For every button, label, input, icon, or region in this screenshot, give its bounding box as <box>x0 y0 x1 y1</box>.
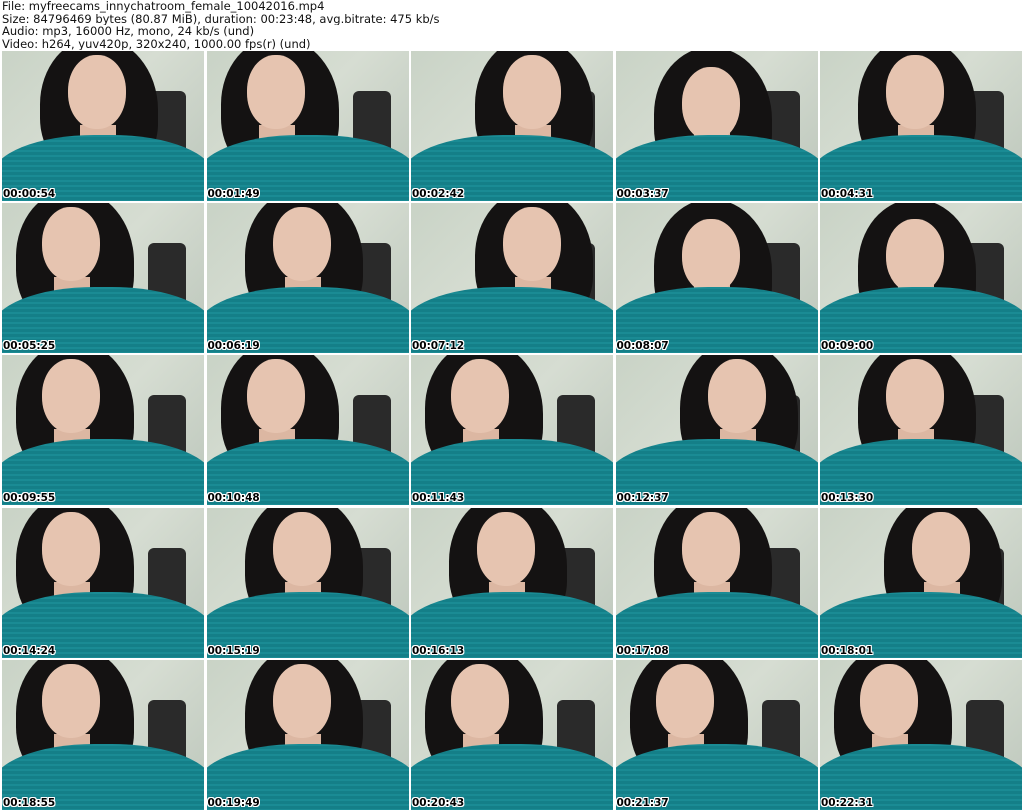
thumbnail-14[interactable]: 00:12:37 <box>615 355 818 506</box>
timestamp: 00:02:42 <box>412 188 465 200</box>
timestamp: 00:07:12 <box>412 340 465 353</box>
thumbnail-2[interactable]: 00:01:49 <box>206 51 409 201</box>
thumbnail-13[interactable]: 00:11:43 <box>411 355 613 506</box>
file-size-line: Size: 84796469 bytes (80.87 MiB), durati… <box>2 12 440 25</box>
file-info-header: File: myfreecams_innychatroom_female_100… <box>2 0 1020 50</box>
face-shape <box>42 207 100 282</box>
thumbnail-5[interactable]: 00:04:31 <box>820 51 1022 201</box>
timestamp: 00:14:24 <box>3 644 56 657</box>
face-shape <box>477 511 535 586</box>
timestamp: 00:19:49 <box>207 796 260 809</box>
timestamp: 00:18:55 <box>3 796 56 809</box>
timestamp: 00:13:30 <box>821 492 874 505</box>
face-shape <box>246 359 305 434</box>
face-shape <box>681 219 740 294</box>
face-shape <box>655 663 714 738</box>
face-shape <box>272 663 331 738</box>
thumbnail-25[interactable]: 00:22:31 <box>820 659 1022 810</box>
timestamp: 00:09:00 <box>821 340 874 353</box>
timestamp: 00:17:08 <box>616 644 669 657</box>
face-shape <box>451 663 509 738</box>
timestamp: 00:18:01 <box>821 644 874 657</box>
thumbnail-10[interactable]: 00:09:00 <box>820 203 1022 354</box>
thumbnail-19[interactable]: 00:17:08 <box>615 507 818 658</box>
timestamp: 00:08:07 <box>616 340 669 353</box>
face-shape <box>886 219 944 294</box>
thumbnail-22[interactable]: 00:19:49 <box>206 659 409 810</box>
face-shape <box>272 207 331 282</box>
face-shape <box>912 511 970 586</box>
thumbnail-3[interactable]: 00:02:42 <box>411 51 613 201</box>
thumbnail-11[interactable]: 00:09:55 <box>2 355 204 506</box>
face-shape <box>42 511 100 586</box>
timestamp: 00:00:54 <box>3 188 56 200</box>
thumbnail-9[interactable]: 00:08:07 <box>615 203 818 354</box>
face-shape <box>246 55 305 129</box>
timestamp: 00:03:37 <box>616 188 669 200</box>
timestamp: 00:10:48 <box>207 492 260 505</box>
timestamp: 00:06:19 <box>207 340 260 353</box>
timestamp: 00:11:43 <box>412 492 465 505</box>
thumbnail-8[interactable]: 00:07:12 <box>411 203 613 354</box>
face-shape <box>503 207 561 282</box>
face-shape <box>886 55 944 129</box>
face-shape <box>860 663 918 738</box>
face-shape <box>42 663 100 738</box>
face-shape <box>681 511 740 586</box>
thumbnail-6[interactable]: 00:05:25 <box>2 203 204 354</box>
face-shape <box>42 359 100 434</box>
face-shape <box>68 55 126 129</box>
timestamp: 00:15:19 <box>207 644 260 657</box>
video-info-line: Video: h264, yuv420p, 320x240, 1000.00 f… <box>2 37 311 50</box>
thumbnail-24[interactable]: 00:21:37 <box>615 659 818 810</box>
timestamp: 00:20:43 <box>412 796 465 809</box>
thumbnail-grid: 00:00:54 00:01:49 00:02:42 00:03:37 00:0… <box>2 51 1022 810</box>
thumbnail-15[interactable]: 00:13:30 <box>820 355 1022 506</box>
face-shape <box>681 67 740 141</box>
face-shape <box>707 359 766 434</box>
timestamp: 00:12:37 <box>616 492 669 505</box>
thumbnail-7[interactable]: 00:06:19 <box>206 203 409 354</box>
thumbnail-17[interactable]: 00:15:19 <box>206 507 409 658</box>
thumbnail-12[interactable]: 00:10:48 <box>206 355 409 506</box>
thumbnail-20[interactable]: 00:18:01 <box>820 507 1022 658</box>
face-shape <box>272 511 331 586</box>
thumbnail-1[interactable]: 00:00:54 <box>2 51 204 201</box>
thumbnail-4[interactable]: 00:03:37 <box>615 51 818 201</box>
timestamp: 00:09:55 <box>3 492 56 505</box>
thumbnail-21[interactable]: 00:18:55 <box>2 659 204 810</box>
thumbnail-18[interactable]: 00:16:13 <box>411 507 613 658</box>
face-shape <box>503 55 561 129</box>
file-name-line: File: myfreecams_innychatroom_female_100… <box>2 0 325 13</box>
face-shape <box>451 359 509 434</box>
audio-info-line: Audio: mp3, 16000 Hz, mono, 24 kb/s (und… <box>2 25 255 38</box>
timestamp: 00:05:25 <box>3 340 56 353</box>
face-shape <box>886 359 944 434</box>
timestamp: 00:04:31 <box>821 188 874 200</box>
thumbnail-16[interactable]: 00:14:24 <box>2 507 204 658</box>
timestamp: 00:21:37 <box>616 796 669 809</box>
timestamp: 00:01:49 <box>207 188 260 200</box>
thumbnail-23[interactable]: 00:20:43 <box>411 659 613 810</box>
timestamp: 00:22:31 <box>821 796 874 809</box>
timestamp: 00:16:13 <box>412 644 465 657</box>
